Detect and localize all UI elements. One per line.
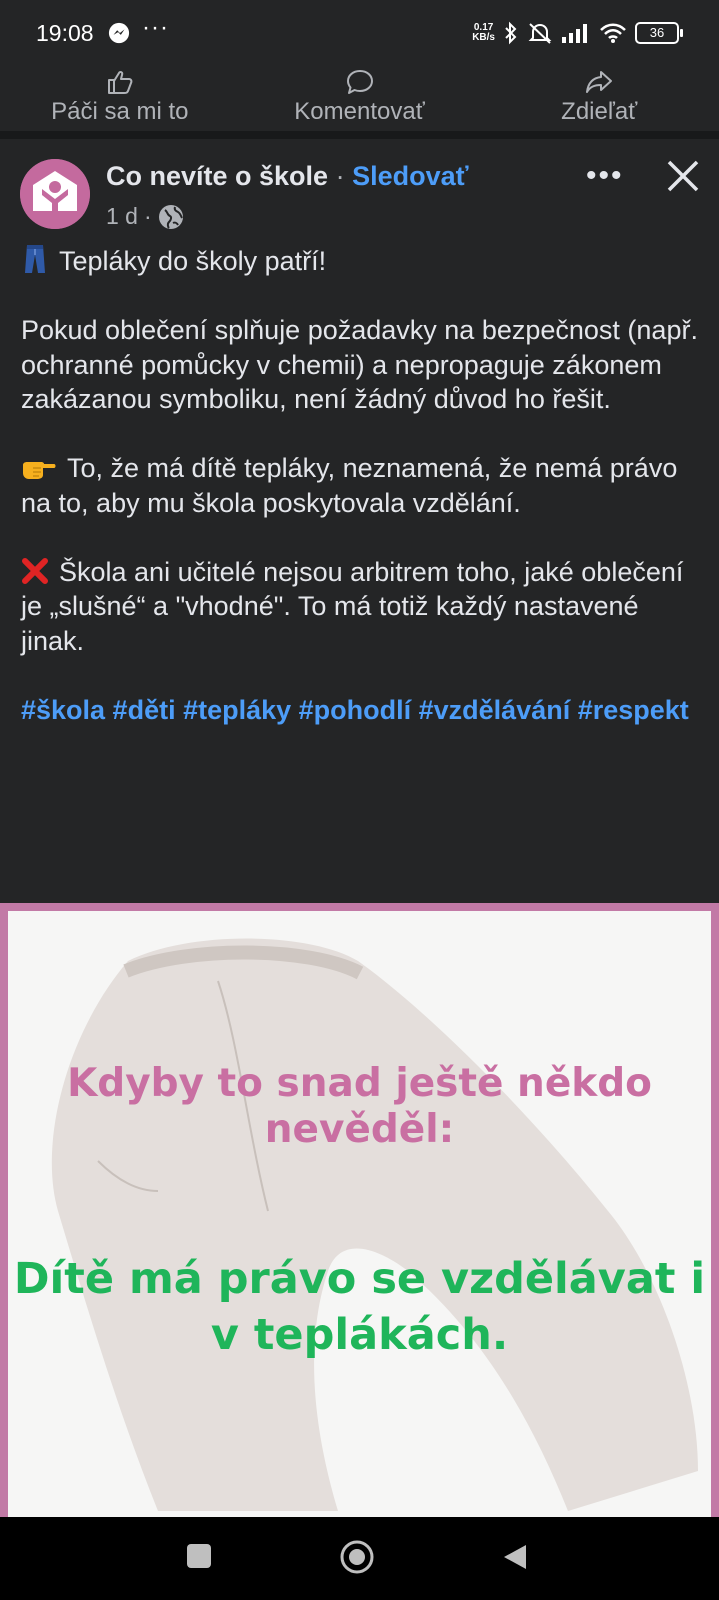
post-paragraph-1: Pokud oblečení splňuje požadavky na bezp… bbox=[21, 315, 698, 414]
post-action-bar: Páči sa mi to Komentovať Zdieľať bbox=[0, 64, 719, 130]
mute-icon bbox=[528, 23, 552, 44]
post-header: Co nevíte o škole · Sledovať 1 d · ••• bbox=[0, 139, 719, 239]
page-name[interactable]: Co nevíte o škole bbox=[106, 161, 328, 191]
signal-icon bbox=[562, 24, 587, 43]
messenger-icon bbox=[108, 22, 130, 44]
meta-separator: · bbox=[143, 203, 152, 229]
image-message: Dítě má právo se vzdělávat i v teplákách… bbox=[13, 1254, 706, 1360]
post-paragraph-3: Škola ani učitelé nejsou arbitrem toho, … bbox=[21, 556, 684, 656]
system-nav-bar bbox=[0, 1517, 719, 1600]
comment-label: Komentovať bbox=[294, 98, 425, 125]
more-dots-icon: ··· bbox=[142, 14, 169, 41]
post-paragraph-2: To, že má dítě tepláky, neznamená, že ne… bbox=[21, 453, 678, 518]
recent-apps-button[interactable] bbox=[186, 1543, 212, 1569]
sweatpants-illustration bbox=[51, 938, 699, 1511]
post-image-content: Kdyby to snad ještě někdo nevěděl: Dítě … bbox=[8, 911, 711, 1517]
comment-icon bbox=[346, 70, 373, 94]
battery-icon: 36 bbox=[635, 22, 683, 44]
post-time[interactable]: 1 d bbox=[106, 203, 138, 230]
bluetooth-icon bbox=[505, 21, 517, 45]
close-icon[interactable] bbox=[666, 159, 700, 193]
like-label: Páči sa mi to bbox=[51, 98, 189, 125]
share-button[interactable]: Zdieľať bbox=[479, 64, 719, 130]
share-icon bbox=[586, 71, 613, 93]
status-icons: 0.17 KB/s 36 bbox=[472, 18, 683, 48]
home-button[interactable] bbox=[339, 1539, 375, 1575]
comment-button[interactable]: Komentovať bbox=[240, 64, 480, 130]
back-button[interactable] bbox=[502, 1543, 528, 1571]
thumbs-up-icon bbox=[107, 70, 133, 94]
post-image[interactable]: Kdyby to snad ještě někdo nevěděl: Dítě … bbox=[0, 903, 719, 1517]
status-time: 19:08 bbox=[36, 20, 94, 46]
post-line2: To, že má dítě tepláky, neznamená, že ne… bbox=[21, 451, 701, 520]
name-separator: · bbox=[335, 161, 345, 191]
net-speed: 0.17 KB/s bbox=[472, 23, 495, 43]
post-line1: Tepláky do školy patří! bbox=[21, 244, 701, 279]
post-headline: Tepláky do školy patří! bbox=[59, 246, 327, 276]
hashtags[interactable]: #škola #děti #tepláky #pohodlí #vzdělává… bbox=[21, 693, 701, 728]
pointing-hand-icon bbox=[23, 462, 56, 479]
post-meta: 1 d · bbox=[106, 203, 184, 230]
image-heading: Kdyby to snad ještě někdo nevěděl: bbox=[67, 1061, 652, 1152]
globe-icon bbox=[158, 204, 183, 229]
page-logo-icon bbox=[20, 159, 90, 229]
page-name-line: Co nevíte o škole · Sledovať bbox=[106, 161, 469, 192]
share-label: Zdieľať bbox=[561, 98, 638, 125]
page-avatar[interactable] bbox=[20, 159, 90, 229]
status-bar: 19:08 ··· 0.17 KB/s 36 bbox=[0, 0, 719, 64]
more-options-button[interactable]: ••• bbox=[586, 159, 624, 193]
net-speed-unit: KB/s bbox=[472, 32, 495, 43]
post-text: Tepláky do školy patří! Pokud oblečení s… bbox=[21, 244, 701, 727]
post-line3: Škola ani učitelé nejsou arbitrem toho, … bbox=[21, 555, 701, 659]
follow-button[interactable]: Sledovať bbox=[352, 161, 468, 191]
section-divider bbox=[0, 131, 719, 139]
wifi-icon bbox=[600, 23, 626, 43]
jeans-icon bbox=[25, 245, 45, 273]
like-button[interactable]: Páči sa mi to bbox=[0, 64, 240, 130]
cross-mark-icon bbox=[22, 557, 48, 584]
